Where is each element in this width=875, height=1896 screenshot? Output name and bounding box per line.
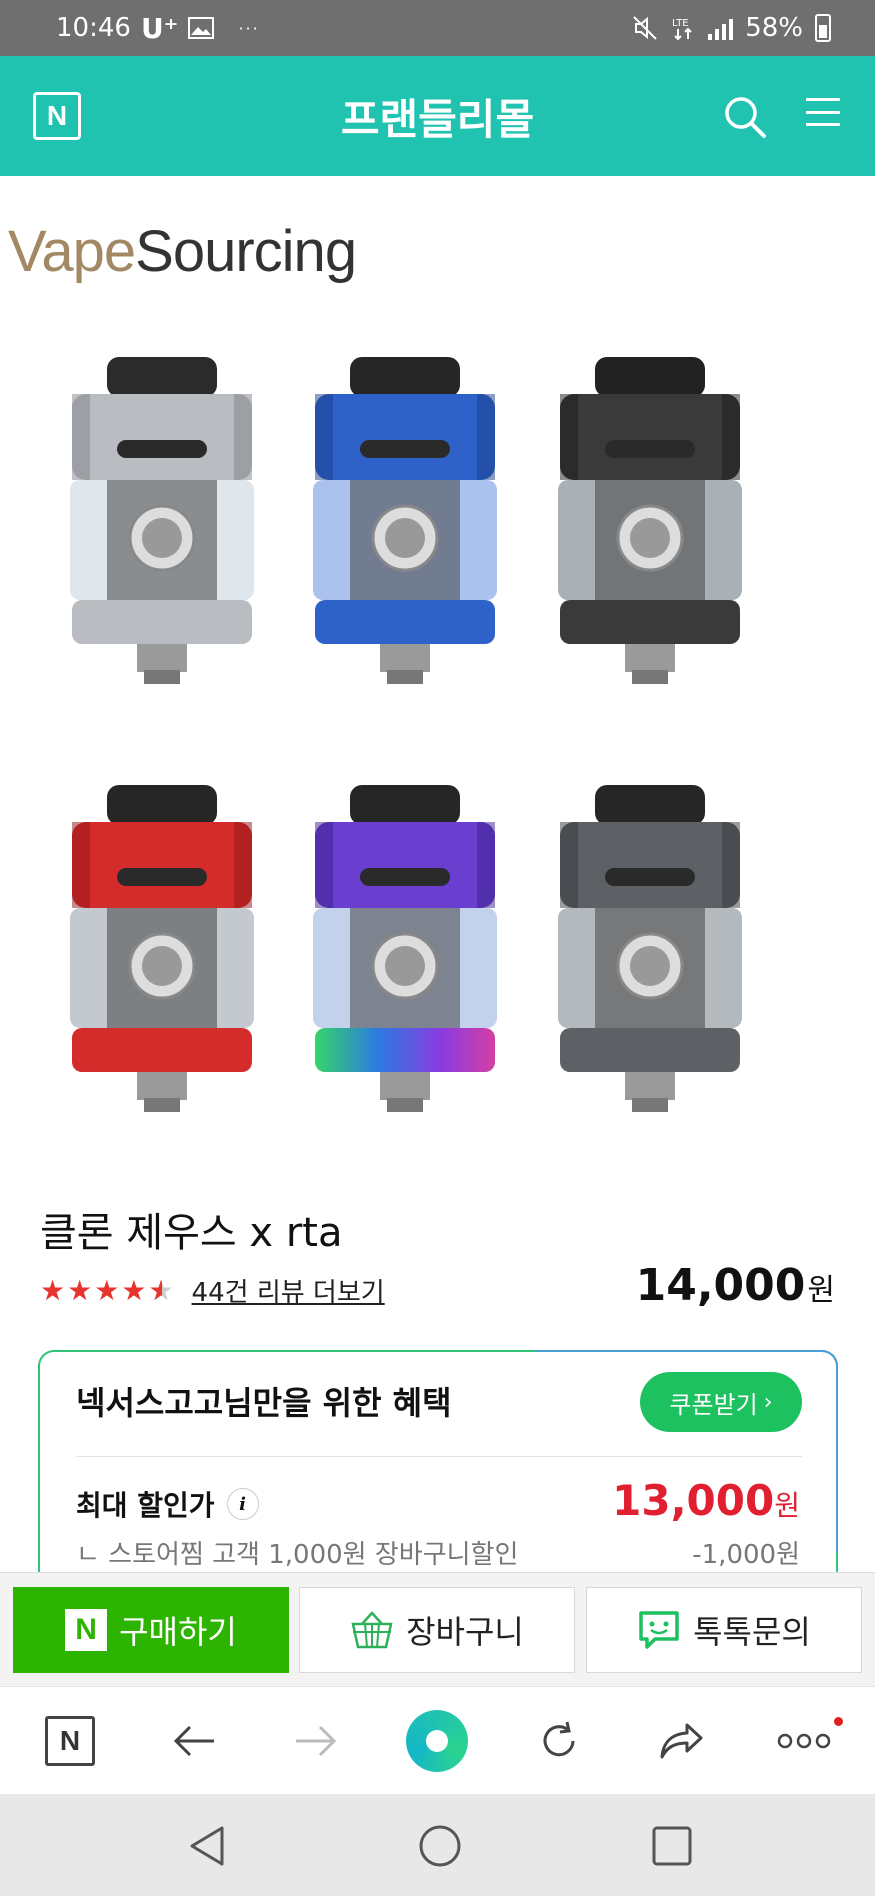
notification-dot (834, 1717, 843, 1726)
star-icon: ★ (121, 1274, 147, 1307)
mute-icon (633, 16, 657, 40)
star-icon: ★ (40, 1274, 66, 1307)
product-image-black[interactable] (540, 352, 760, 732)
brand-logo: VapeSourcing (8, 219, 357, 284)
more-dots-icon (777, 1733, 831, 1749)
back-arrow-icon (173, 1725, 214, 1757)
product-image-rainbow[interactable] (295, 780, 515, 1160)
system-recents-icon[interactable] (648, 1822, 696, 1870)
browser-toolbar: N (0, 1686, 875, 1794)
refresh-button[interactable] (527, 1709, 591, 1773)
status-time: 10:46 (56, 13, 131, 43)
battery-percent: 58% (745, 13, 803, 43)
battery-icon (815, 14, 831, 42)
chevron-right-icon: › (763, 1389, 773, 1415)
rating-stars: ★ ★ ★ ★ ★ (40, 1274, 174, 1307)
product-image-blue[interactable] (295, 352, 515, 732)
product-title: 클론 제우스 x rta (40, 1210, 343, 1256)
refresh-icon (543, 1721, 575, 1757)
product-image-red[interactable] (52, 780, 272, 1160)
product-rating: ★ ★ ★ ★ ★ 44건 리뷰 더보기 (40, 1272, 385, 1309)
forward-button[interactable] (284, 1709, 348, 1773)
forward-arrow-icon (296, 1725, 337, 1757)
more-notifications-icon: ··· (238, 18, 260, 38)
talk-chat-icon (639, 1611, 679, 1649)
benefit-title: 넥서스고고님만을 위한 혜택 (76, 1384, 452, 1422)
product-image-gunmetal[interactable] (540, 780, 760, 1160)
system-back-icon[interactable] (184, 1822, 232, 1870)
star-icon: ★ (94, 1274, 120, 1307)
divider (76, 1456, 802, 1457)
product-price: 14,000원 (635, 1260, 835, 1311)
buy-button[interactable]: N 구매하기 (13, 1587, 289, 1673)
talk-inquiry-button[interactable]: 톡톡문의 (586, 1587, 862, 1673)
max-discount-price: 13,000원 (612, 1476, 800, 1525)
svg-text:LTE: LTE (672, 18, 689, 29)
star-half-icon: ★ (148, 1274, 173, 1307)
naver-pay-icon: N (65, 1609, 108, 1651)
lte-icon: LTE (672, 18, 692, 41)
naver-icon: N (45, 1716, 95, 1766)
status-bar: 10:46 U⁺ ··· LTE 58% (0, 0, 875, 56)
share-icon (660, 1723, 703, 1759)
signal-icon (708, 16, 734, 40)
benefit-box: 넥서스고고님만을 위한 혜택 쿠폰받기 › 최대 할인가 i 13,000원 ㄴ… (38, 1350, 838, 1580)
browser-naver-button[interactable]: N (38, 1709, 102, 1773)
system-navigation-bar (0, 1794, 875, 1896)
coupon-button[interactable]: 쿠폰받기 › (640, 1372, 802, 1432)
image-icon (188, 17, 215, 39)
product-image-silver[interactable] (52, 352, 272, 732)
search-icon[interactable] (722, 94, 768, 140)
cart-button[interactable]: 장바구니 (299, 1587, 575, 1673)
app-header: N 프랜들리몰 (0, 56, 875, 176)
status-carrier: U⁺ (140, 11, 179, 45)
browser-home-button[interactable] (405, 1709, 469, 1773)
product-image-gallery[interactable] (0, 340, 875, 1140)
share-button[interactable] (650, 1709, 714, 1773)
system-home-icon[interactable] (416, 1822, 464, 1870)
review-more-link[interactable]: 44건 리뷰 더보기 (192, 1272, 385, 1309)
max-discount-label: 최대 할인가 i (76, 1484, 259, 1524)
star-icon: ★ (67, 1274, 93, 1307)
menu-icon[interactable] (806, 98, 840, 126)
back-button[interactable] (162, 1709, 226, 1773)
home-circle-icon (406, 1710, 468, 1772)
info-icon[interactable]: i (226, 1488, 259, 1520)
basket-icon (351, 1611, 393, 1649)
more-button[interactable] (772, 1709, 836, 1773)
discount-detail-row: ㄴ 스토어찜 고객 1,000원 장바구니할인 -1,000원 (76, 1540, 800, 1570)
purchase-action-bar: N 구매하기 장바구니 톡톡문의 (0, 1572, 875, 1686)
